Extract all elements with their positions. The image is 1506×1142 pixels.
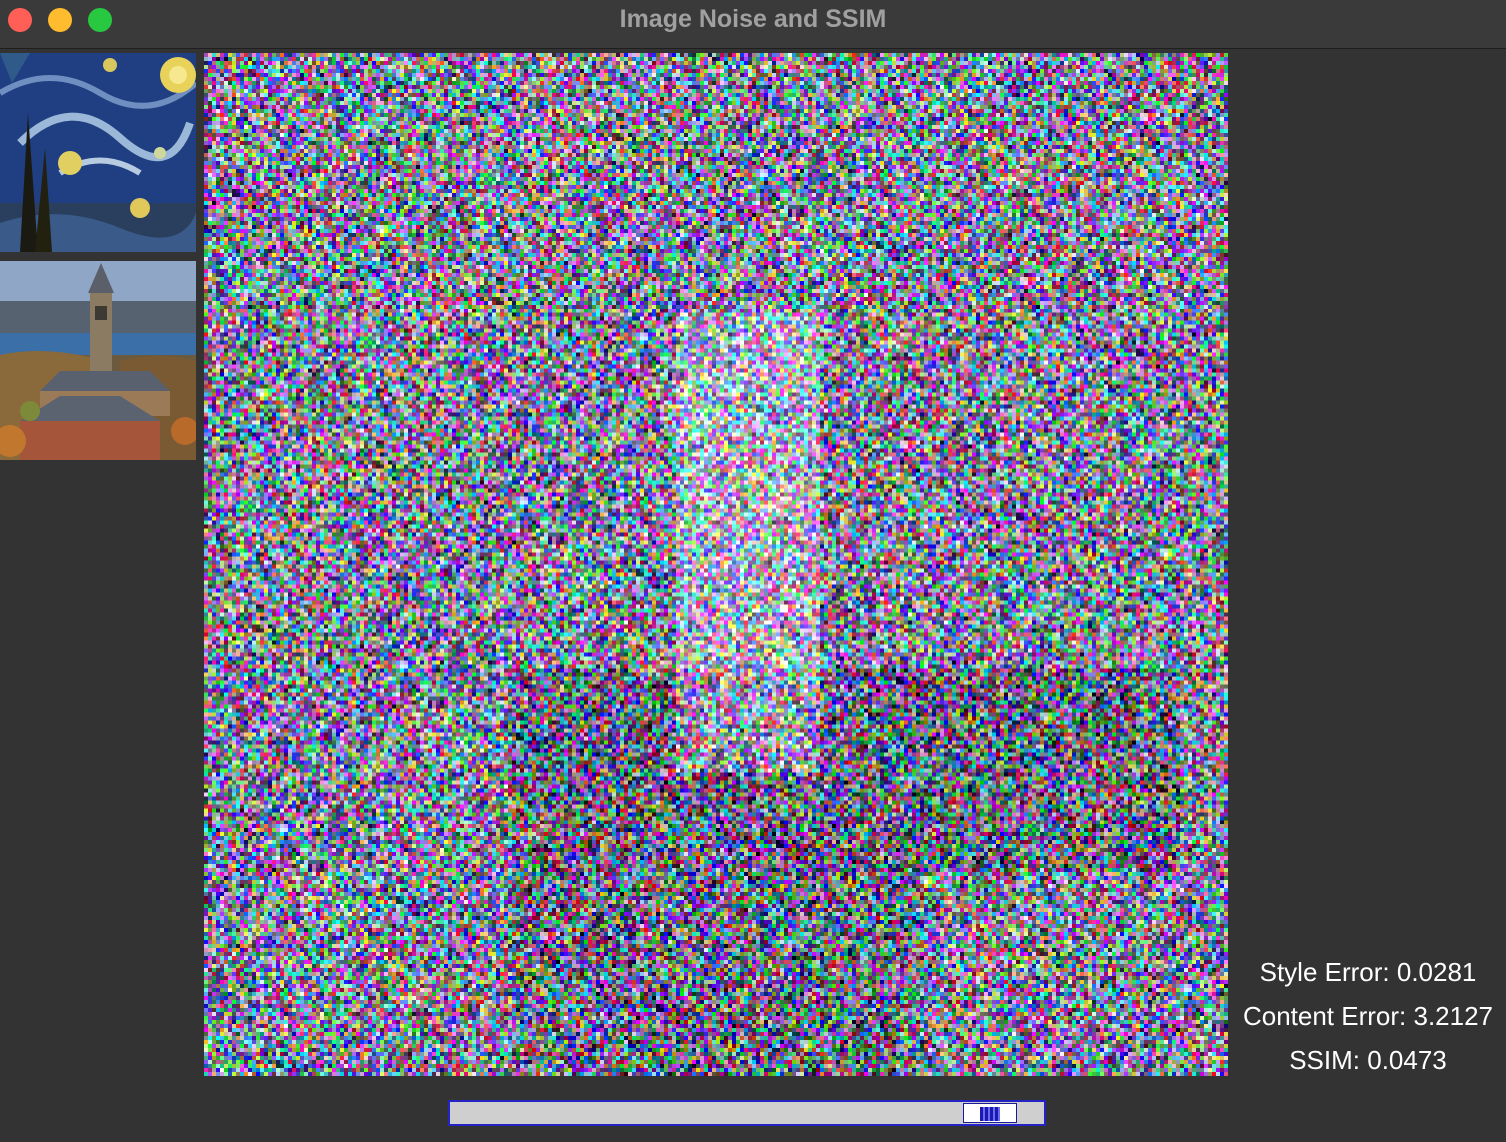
- slider-grip-icon: [980, 1107, 1000, 1121]
- slider-thumb[interactable]: [963, 1103, 1017, 1123]
- noise-level-slider[interactable]: [448, 1100, 1046, 1126]
- title-bar: Image Noise and SSIM: [0, 0, 1506, 49]
- noise-canvas: [204, 53, 1228, 1076]
- style-image-thumbnail[interactable]: [0, 53, 196, 252]
- content-error-label: Content Error: 3.2127: [1242, 1001, 1494, 1031]
- style-error-label: Style Error: 0.0281: [1259, 957, 1477, 987]
- window-title: Image Noise and SSIM: [619, 5, 887, 33]
- ssim-label: SSIM: 0.0473: [1289, 1045, 1447, 1075]
- noisy-image-display: [204, 53, 1228, 1076]
- content-image-thumbnail[interactable]: [0, 261, 196, 460]
